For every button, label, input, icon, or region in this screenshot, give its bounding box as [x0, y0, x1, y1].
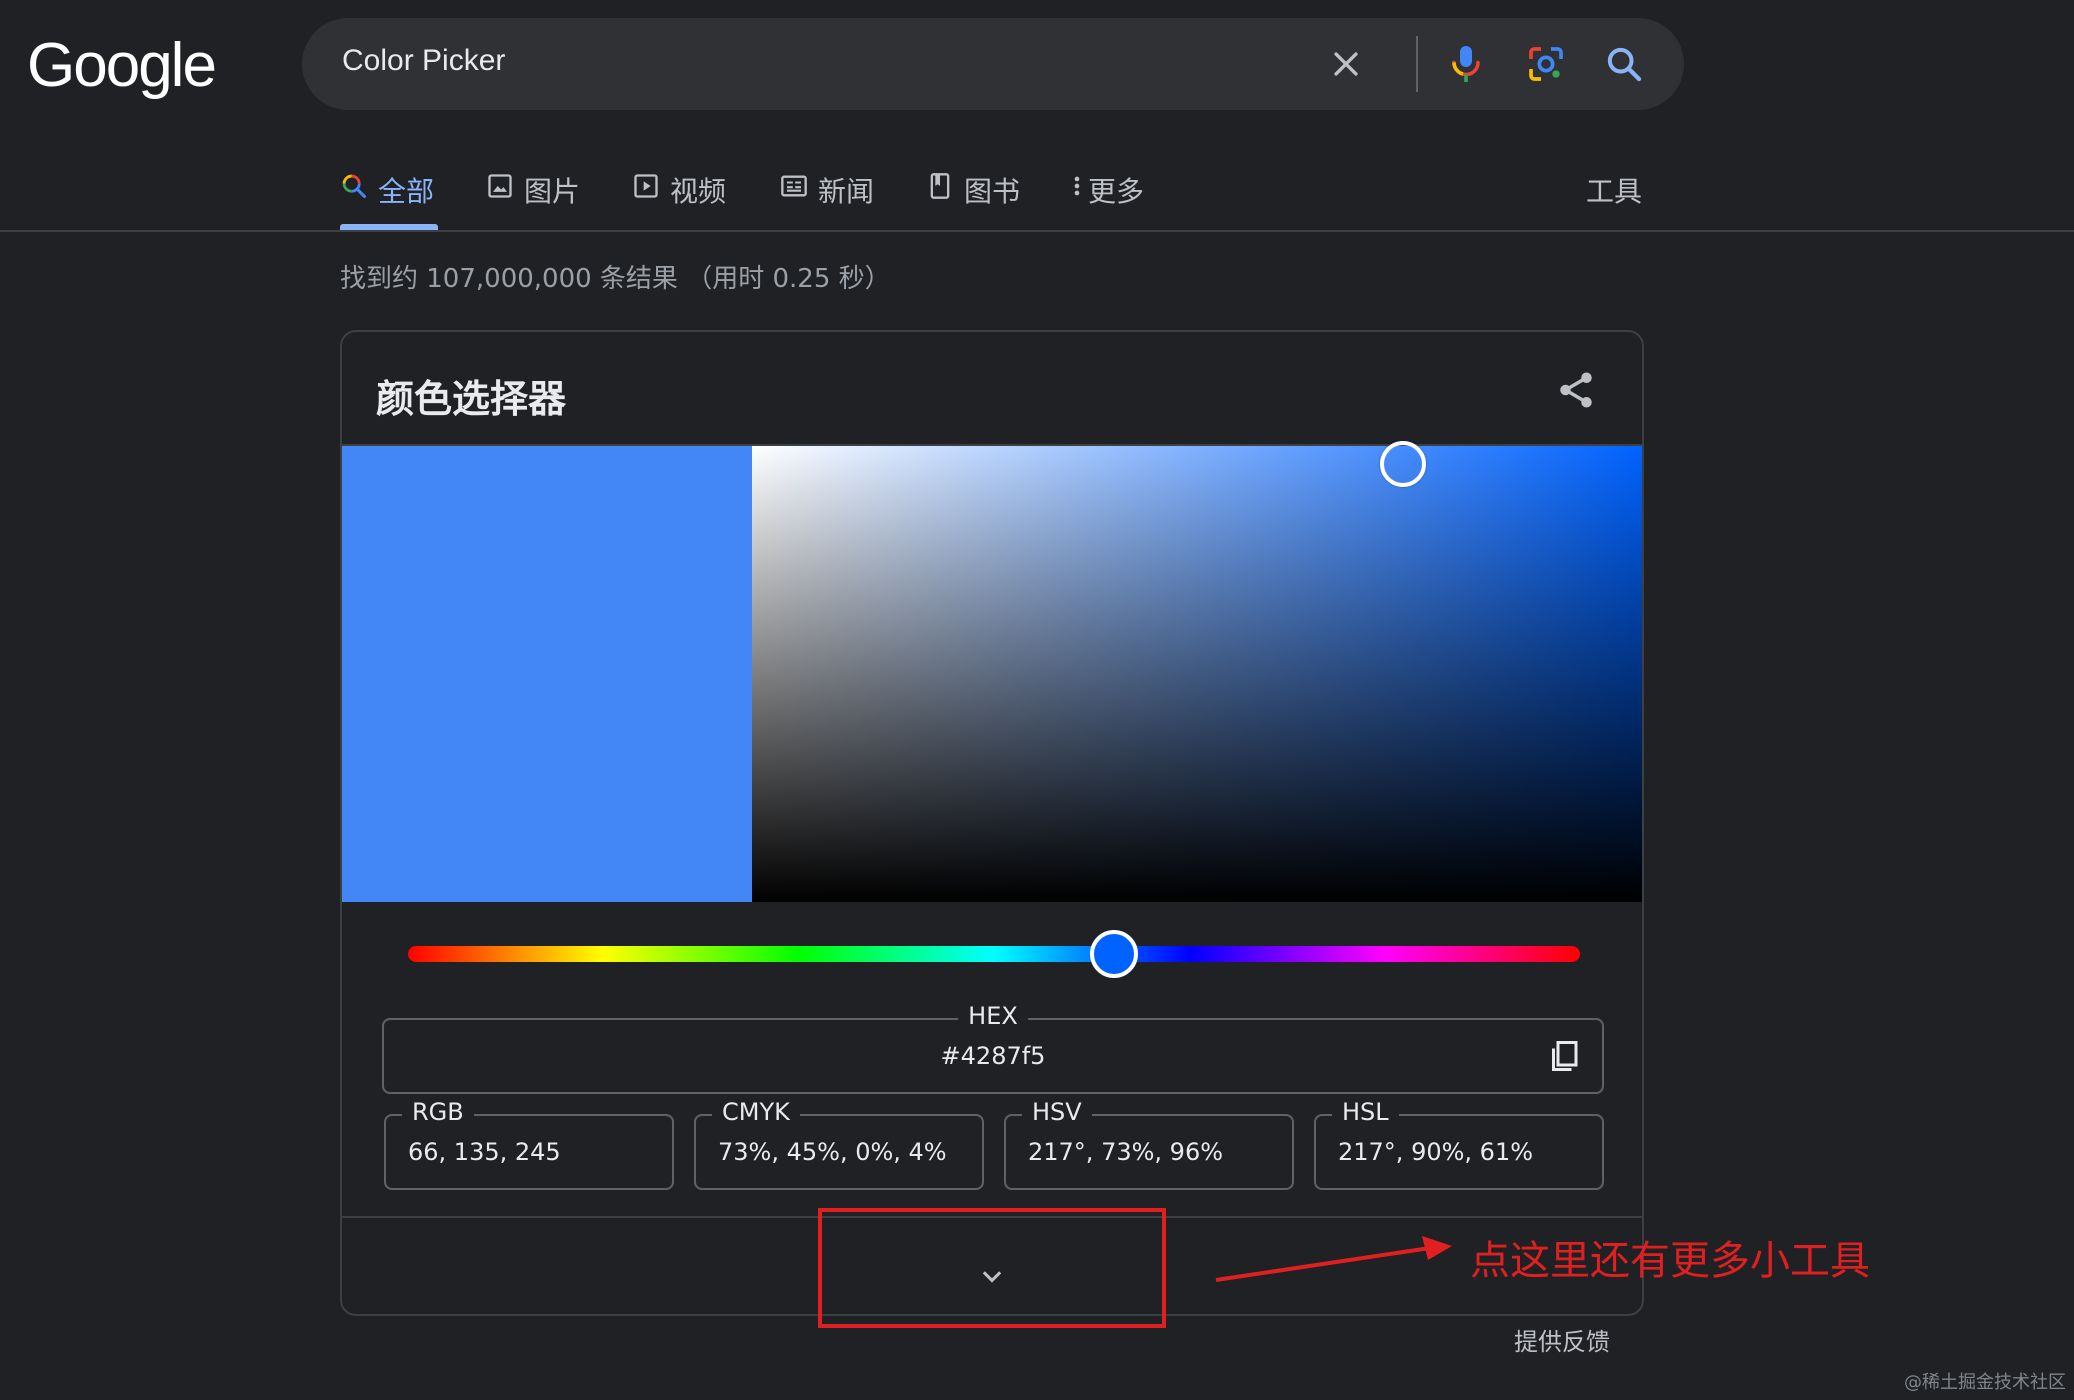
tab-all[interactable]: 全部	[340, 162, 438, 230]
card-title: 颜色选择器	[376, 377, 567, 421]
tab-label: 更多	[1088, 175, 1145, 208]
hsv-input[interactable]: 217°, 73%, 96%	[1028, 1138, 1223, 1166]
tab-more[interactable]: 更多	[1070, 162, 1144, 228]
tab-label: 新闻	[818, 175, 875, 208]
search-divider	[1416, 36, 1418, 92]
tab-images[interactable]: 图片	[486, 162, 580, 228]
lens-icon[interactable]	[1520, 38, 1572, 90]
hue-slider[interactable]	[408, 946, 1580, 962]
sv-black-layer	[752, 446, 1642, 902]
header-divider	[0, 230, 2074, 232]
hex-label: HEX	[958, 1002, 1028, 1030]
tab-label: 视频	[670, 175, 727, 208]
share-button[interactable]	[1548, 362, 1604, 418]
feedback-link[interactable]: 提供反馈	[1514, 1322, 1610, 1357]
hsl-input[interactable]: 217°, 90%, 61%	[1338, 1138, 1533, 1166]
cmyk-field[interactable]: CMYK 73%, 45%, 0%, 4%	[694, 1098, 984, 1190]
play-icon	[632, 172, 660, 200]
cmyk-label: CMYK	[712, 1098, 800, 1126]
more-vert-icon	[1070, 172, 1084, 200]
hue-slider-thumb[interactable]	[1090, 930, 1139, 978]
hsl-label: HSL	[1332, 1098, 1399, 1126]
copy-icon	[1552, 1041, 1578, 1071]
search-icon	[340, 172, 368, 200]
color-preview-swatch	[342, 446, 752, 902]
search-results-page: Google Color Picker 全部 图片 视频 新闻 图书 更多 工具…	[0, 0, 2074, 1400]
microphone-icon[interactable]	[1440, 38, 1492, 90]
watermark: @稀土掘金技术社区	[1904, 1372, 2066, 1393]
rgb-label: RGB	[402, 1098, 474, 1126]
annotation-arrow	[1215, 1236, 1452, 1282]
rgb-field[interactable]: RGB 66, 135, 245	[384, 1098, 674, 1190]
result-stats: 找到约 107,000,000 条结果 （用时 0.25 秒）	[340, 264, 891, 294]
hsv-label: HSV	[1022, 1098, 1092, 1126]
search-icon[interactable]	[1598, 38, 1650, 90]
tab-news[interactable]: 新闻	[780, 162, 874, 228]
search-input[interactable]: Color Picker	[342, 44, 505, 78]
book-icon	[926, 172, 954, 200]
hex-field[interactable]: HEX #4287f5	[382, 1002, 1604, 1094]
hex-input[interactable]: #4287f5	[384, 1042, 1602, 1070]
tab-label: 图书	[964, 175, 1021, 208]
tools-button[interactable]: 工具	[1586, 170, 1642, 210]
annotation-text: 点这里还有更多小工具	[1470, 1238, 1870, 1284]
rgb-input[interactable]: 66, 135, 245	[408, 1138, 561, 1166]
annotation-highlight-box	[818, 1208, 1166, 1328]
clear-icon[interactable]	[1320, 38, 1372, 90]
tab-label: 全部	[378, 175, 435, 208]
tab-label: 图片	[524, 175, 581, 208]
color-picker-card: 颜色选择器 HEX #4287f5 RGB 66, 135, 245 CMYK …	[340, 330, 1644, 1316]
google-logo[interactable]: Google	[27, 30, 217, 101]
hsv-field[interactable]: HSV 217°, 73%, 96%	[1004, 1098, 1294, 1190]
hsl-field[interactable]: HSL 217°, 90%, 61%	[1314, 1098, 1604, 1190]
share-icon	[1560, 372, 1592, 408]
tab-videos[interactable]: 视频	[632, 162, 726, 228]
search-box[interactable]: Color Picker	[302, 18, 1684, 110]
cmyk-input[interactable]: 73%, 45%, 0%, 4%	[718, 1138, 947, 1166]
sv-cursor[interactable]	[1380, 441, 1427, 488]
news-icon	[780, 172, 808, 200]
copy-button[interactable]	[1542, 1034, 1586, 1078]
saturation-value-area[interactable]	[752, 441, 1642, 902]
image-icon	[486, 172, 514, 200]
tab-books[interactable]: 图书	[926, 162, 1020, 228]
